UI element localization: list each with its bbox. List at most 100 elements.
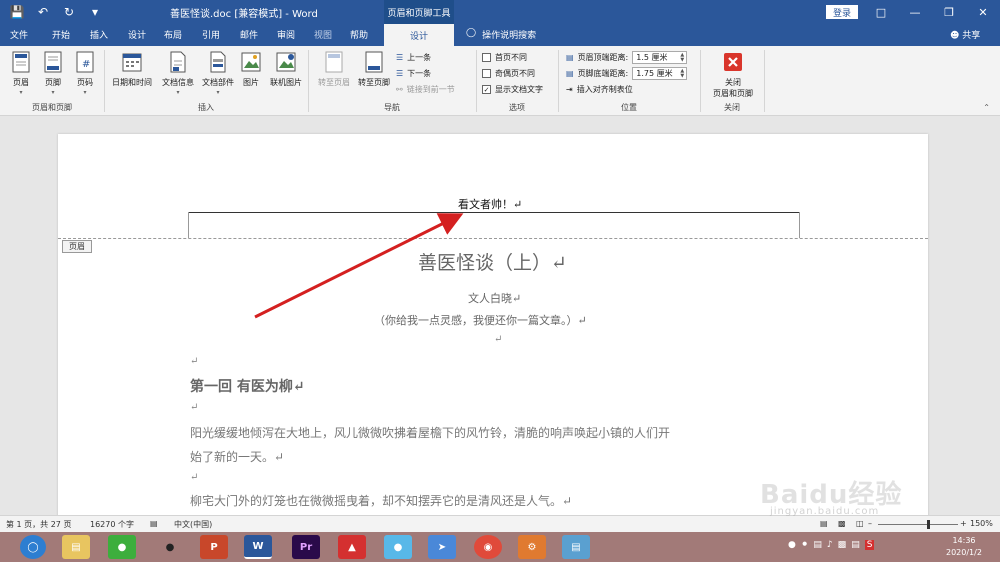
zoom-slider-thumb[interactable]	[927, 520, 930, 529]
chrome-icon[interactable]: ◉	[474, 535, 502, 559]
doc-parts-icon	[207, 50, 229, 74]
date-time-button[interactable]: 日期和时间	[108, 50, 156, 88]
word-taskbar-icon[interactable]: W	[244, 535, 272, 559]
page-count[interactable]: 第 1 页，共 27 页	[6, 519, 71, 530]
tab-file[interactable]: 文件	[10, 28, 28, 41]
calendar-icon	[121, 50, 143, 74]
zoom-out-icon[interactable]: –	[868, 519, 872, 528]
tab-home[interactable]: 开始	[52, 28, 70, 41]
document-subtitle[interactable]: （你给我一点灵感，我便还你一篇文章。）↵	[374, 312, 587, 328]
customize-qat-icon[interactable]: ▾	[86, 3, 104, 21]
paragraph-line[interactable]: 始了新的一天。↵	[190, 448, 284, 465]
show-doc-text-checkbox[interactable]: ✓ 显示文档文字	[482, 84, 543, 95]
tab-insert[interactable]: 插入	[90, 28, 108, 41]
doc-info-button[interactable]: 文档信息 ▾	[158, 50, 198, 96]
header-top-spinner[interactable]: 1.5 厘米 ▲ ▼	[632, 51, 688, 64]
zoom-slider[interactable]	[878, 524, 958, 525]
download-app-icon[interactable]: ⚙	[518, 535, 546, 559]
display-icon[interactable]: ▩	[838, 540, 847, 550]
paragraph-line[interactable]: 柳宅大门外的灯笼也在微微摇曳着，却不知摆弄它的是清风还是人气。↵	[190, 492, 572, 509]
next-button[interactable]: ☰ 下一条	[396, 68, 431, 79]
print-layout-icon[interactable]: ▩	[838, 519, 846, 528]
previous-button[interactable]: ☰ 上一条	[396, 52, 431, 63]
collapse-ribbon-icon[interactable]: ⌃	[983, 103, 990, 112]
volume-icon[interactable]: ♪	[827, 540, 833, 550]
read-mode-icon[interactable]: ▤	[820, 519, 828, 528]
header-underline	[188, 212, 800, 213]
start-browser-icon[interactable]: ◯	[20, 535, 46, 559]
ribbon-tabs: 文件 开始 插入 设计 布局 引用 邮件 审阅 视图 帮助 ◯ 操作说明搜索 ☻…	[0, 24, 1000, 46]
ime-mode-icon[interactable]: ▤	[851, 540, 860, 550]
document-area[interactable]: 看文者帅！↵ 页眉 善医怪谈（上）↵ 文人白晓↵ （你给我一点灵感，我便还你一篇…	[0, 116, 1000, 515]
footer-bottom-spinner[interactable]: 1.75 厘米 ▲ ▼	[632, 67, 688, 80]
tab-references[interactable]: 引用	[202, 28, 220, 41]
watermark-url: jingyan.baidu.com	[770, 506, 880, 517]
tab-design[interactable]: 设计	[384, 24, 454, 46]
tab-review[interactable]: 审阅	[277, 28, 295, 41]
footer-button[interactable]: 页脚 ▾	[40, 50, 66, 96]
qq-penguin-icon[interactable]: ●	[156, 535, 184, 559]
premiere-icon[interactable]: Pr	[292, 535, 320, 559]
powerpoint-icon[interactable]: P	[200, 535, 228, 559]
link-previous-button[interactable]: ⚯ 链接到前一节	[396, 84, 455, 95]
close-icon[interactable]: ✕	[966, 0, 1000, 24]
tab-help[interactable]: 帮助	[350, 28, 368, 41]
header-text[interactable]: 看文者帅！↵	[458, 196, 522, 212]
document-author[interactable]: 文人白晓↵	[468, 290, 521, 306]
tab-view[interactable]: 视图	[314, 28, 332, 41]
bird-app-icon[interactable]: ➤	[428, 535, 456, 559]
sogou-ime-icon[interactable]: S	[864, 540, 875, 550]
undo-icon[interactable]: ↶	[34, 3, 52, 21]
wechat-icon[interactable]: ●	[108, 535, 136, 559]
system-clock[interactable]: 14:36 2020/1/2	[946, 535, 982, 559]
tab-mailings[interactable]: 邮件	[240, 28, 258, 41]
doc-parts-button[interactable]: 文档部件 ▾	[198, 50, 238, 96]
picture-button[interactable]: 图片	[238, 50, 264, 88]
web-layout-icon[interactable]: ◫	[856, 519, 864, 528]
shield-tray-icon[interactable]: ⚫	[801, 540, 809, 550]
diff-odd-even-checkbox[interactable]: 奇偶页不同	[482, 68, 535, 79]
tab-layout[interactable]: 布局	[164, 28, 182, 41]
goto-header-icon	[323, 50, 345, 74]
minimize-icon[interactable]: —	[898, 0, 932, 24]
proofing-icon[interactable]: ▤	[150, 519, 158, 528]
ribbon-display-icon[interactable]: □	[864, 0, 898, 24]
chat-app-icon[interactable]: ●	[384, 535, 412, 559]
goto-header-button[interactable]: 转至页眉	[314, 50, 354, 88]
tell-me-search[interactable]: ◯ 操作说明搜索	[466, 28, 536, 41]
language-indicator[interactable]: 中文(中国)	[174, 519, 212, 530]
share-button[interactable]: ☻ 共享	[950, 28, 980, 41]
spinner-arrows-icon[interactable]: ▲ ▼	[680, 52, 686, 63]
close-header-footer-button[interactable]: 关闭 页眉和页脚	[706, 50, 760, 99]
tab-design-doc[interactable]: 设计	[128, 28, 146, 41]
file-explorer-icon[interactable]: ▤	[62, 535, 90, 559]
media-app-icon[interactable]: ▲	[338, 535, 366, 559]
footer-icon	[42, 50, 64, 74]
save-icon[interactable]: 💾	[8, 3, 26, 21]
page-number-button[interactable]: # 页码 ▾	[72, 50, 98, 96]
qq-tray-icon[interactable]: ●	[788, 540, 796, 550]
goto-footer-button[interactable]: 转至页脚	[354, 50, 394, 88]
notes-app-icon[interactable]: ▤	[562, 535, 590, 559]
zoom-in-icon[interactable]: +	[960, 519, 967, 528]
paragraph-line[interactable]: 阳光缓缓地倾泻在大地上，风儿微微吹拂着屋檐下的风竹铃，清脆的响声唤起小镇的人们开	[190, 424, 670, 441]
header-tag: 页眉	[62, 240, 92, 253]
redo-icon[interactable]: ↻	[60, 3, 78, 21]
word-count[interactable]: 16270 个字	[90, 519, 134, 530]
zoom-level[interactable]: 150%	[970, 519, 993, 528]
document-page[interactable]: 看文者帅！↵ 页眉 善医怪谈（上）↵ 文人白晓↵ （你给我一点灵感，我便还你一篇…	[58, 134, 928, 515]
picture-icon	[240, 50, 262, 74]
spinner-arrows-icon[interactable]: ▲ ▼	[680, 68, 686, 79]
document-title[interactable]: 善医怪谈（上）↵	[418, 248, 567, 275]
checkbox-unchecked	[482, 53, 491, 62]
insert-align-tab-button[interactable]: ⇥ 插入对齐制表位	[566, 84, 633, 95]
restore-icon[interactable]: ❐	[932, 0, 966, 24]
chapter-heading[interactable]: 第一回 有医为柳↵	[190, 376, 305, 396]
header-button[interactable]: 页眉 ▾	[8, 50, 34, 96]
diff-first-page-checkbox[interactable]: 首页不同	[482, 52, 527, 63]
login-button[interactable]: 登录	[826, 5, 858, 19]
group-header-footer-label: 页眉和页脚	[32, 103, 72, 112]
footer-bottom-distance: ▤ 页脚底端距离: 1.75 厘米 ▲ ▼	[566, 67, 688, 80]
online-picture-button[interactable]: 联机图片	[266, 50, 306, 88]
network-icon[interactable]: ▤	[813, 540, 822, 550]
